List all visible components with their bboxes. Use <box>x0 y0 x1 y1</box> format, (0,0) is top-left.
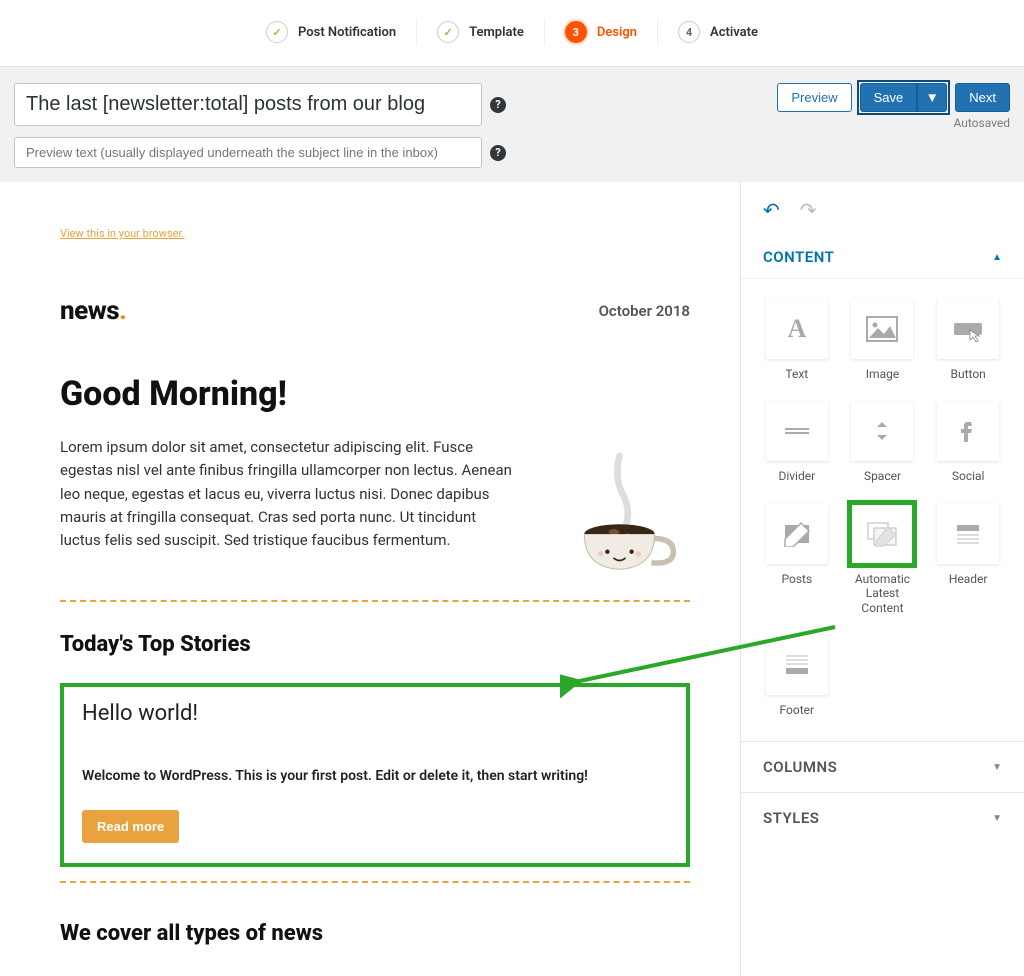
header-bar: ? ? Preview Save ▼ Next Autosaved <box>0 66 1024 182</box>
divider-icon <box>781 418 813 444</box>
caret-down-icon: ▼ <box>992 813 1002 824</box>
read-more-button[interactable]: Read more <box>82 810 179 843</box>
widget-button[interactable]: Button <box>934 299 1002 381</box>
latest-post-card[interactable]: Hello world! Welcome to WordPress. This … <box>60 683 690 867</box>
spacer-icon <box>866 418 898 444</box>
divider <box>60 600 690 602</box>
content-widgets-grid: A Text Image Button Divider <box>741 279 1024 741</box>
logo-text: news <box>60 296 119 326</box>
auto-content-icon <box>866 521 898 547</box>
greeting-heading: Good Morning! <box>60 374 690 414</box>
divider <box>60 881 690 883</box>
email-canvas[interactable]: View this in your browser. news. October… <box>0 182 740 976</box>
widget-social[interactable]: Social <box>934 401 1002 483</box>
logo-dot: . <box>119 296 126 326</box>
posts-icon <box>781 521 813 547</box>
save-button[interactable]: Save <box>860 83 918 112</box>
caret-down-icon: ▼ <box>992 762 1002 773</box>
step-template[interactable]: ✓ Template <box>417 18 545 46</box>
post-title: Hello world! <box>82 701 668 726</box>
button-icon <box>952 316 984 342</box>
widget-text[interactable]: A Text <box>763 299 831 381</box>
newsletter-date: October 2018 <box>599 302 690 320</box>
widget-header[interactable]: Header <box>934 504 1002 615</box>
help-icon[interactable]: ? <box>490 145 506 161</box>
columns-panel-header[interactable]: COLUMNS ▼ <box>741 741 1024 792</box>
caret-up-icon: ▲ <box>992 252 1002 263</box>
widget-spacer[interactable]: Spacer <box>849 401 917 483</box>
step-post-notification[interactable]: ✓ Post Notification <box>246 18 417 46</box>
content-panel-header[interactable]: CONTENT ▲ <box>741 236 1024 279</box>
step-number-icon: 3 <box>565 21 587 43</box>
text-icon: A <box>787 314 806 344</box>
widget-posts[interactable]: Posts <box>763 504 831 615</box>
save-dropdown-button[interactable]: ▼ <box>917 83 947 112</box>
newsletter-header: news. October 2018 <box>60 296 690 326</box>
preview-button[interactable]: Preview <box>777 83 851 112</box>
top-stories-heading: Today's Top Stories <box>60 632 690 657</box>
intro-paragraph: Lorem ipsum dolor sit amet, consectetur … <box>60 436 520 576</box>
styles-panel-header[interactable]: STYLES ▼ <box>741 792 1024 843</box>
subject-input[interactable] <box>14 83 482 126</box>
design-sidebar: ↶ ↷ CONTENT ▲ A Text Image Button <box>740 182 1024 976</box>
image-icon <box>866 316 898 342</box>
preview-text-input[interactable] <box>14 137 482 168</box>
autosaved-status: Autosaved <box>777 116 1010 130</box>
wizard-stepper: ✓ Post Notification ✓ Template 3 Design … <box>0 0 1024 66</box>
step-number-icon: 4 <box>678 21 700 43</box>
post-excerpt: Welcome to WordPress. This is your first… <box>82 768 668 784</box>
widget-automatic-latest-content[interactable]: Automatic Latest Content <box>849 504 917 615</box>
widget-footer[interactable]: Footer <box>763 635 831 717</box>
undo-icon[interactable]: ↶ <box>763 198 780 222</box>
step-design[interactable]: 3 Design <box>545 18 658 46</box>
header-icon <box>952 521 984 547</box>
logo: news. <box>60 296 126 326</box>
next-button[interactable]: Next <box>955 83 1010 112</box>
widget-image[interactable]: Image <box>849 299 917 381</box>
facebook-icon <box>952 418 984 444</box>
check-icon: ✓ <box>266 21 288 43</box>
main-area: View this in your browser. news. October… <box>0 182 1024 976</box>
widget-divider[interactable]: Divider <box>763 401 831 483</box>
check-icon: ✓ <box>437 21 459 43</box>
save-button-group: Save ▼ <box>860 83 948 112</box>
coffee-illustration <box>560 436 690 576</box>
view-in-browser-link[interactable]: View this in your browser. <box>60 227 184 240</box>
help-icon[interactable]: ? <box>490 97 506 113</box>
footer-icon <box>781 652 813 678</box>
step-activate[interactable]: 4 Activate <box>658 18 778 46</box>
redo-icon[interactable]: ↷ <box>800 198 817 222</box>
cover-news-heading: We cover all types of news <box>60 921 690 946</box>
